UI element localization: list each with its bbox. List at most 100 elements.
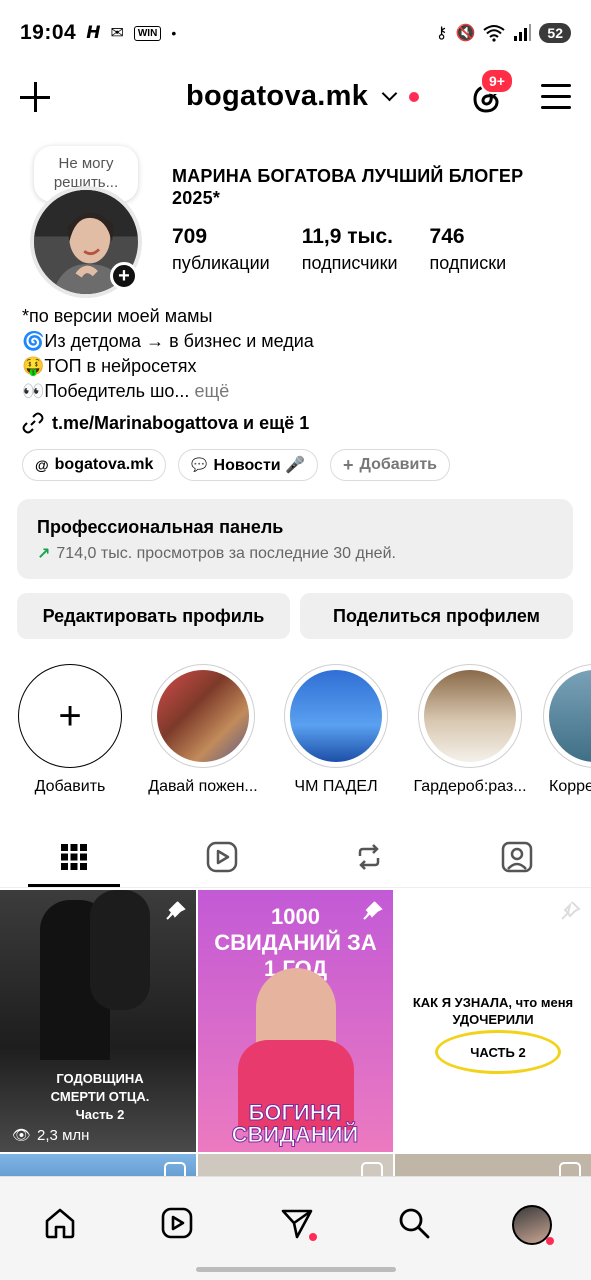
story-highlights: + Добавить Давай пожен... ЧМ ПАДЕЛ Гарде… <box>0 664 591 804</box>
tab-tagged[interactable] <box>443 826 591 887</box>
unread-dot <box>309 1233 317 1241</box>
highlight-item[interactable]: Гардероб:раз... <box>410 664 530 796</box>
highlight-label: Корре <box>549 778 591 795</box>
highlight-item[interactable]: Корре <box>543 664 591 796</box>
profile-tabs <box>0 826 591 888</box>
post-thumbnail[interactable]: ГОДОВЩИНА СМЕРТИ ОТЦА. Часть 2 👁 2,3 млн <box>0 890 196 1152</box>
share-profile-button[interactable]: Поделиться профилем <box>300 593 573 639</box>
create-plus-icon[interactable] <box>18 80 52 114</box>
professional-dashboard[interactable]: Профессиональная панель ↗ 714,0 тыс. про… <box>17 499 573 579</box>
chip-threads[interactable]: @ bogatova.mk <box>22 449 167 481</box>
win-icon: WIN <box>133 25 162 41</box>
bio-line: *по версии моей мамы <box>22 306 213 326</box>
tab-reels[interactable] <box>148 826 296 887</box>
profile-action-buttons: Редактировать профиль Поделиться профиле… <box>17 593 573 639</box>
nav-direct[interactable] <box>279 1205 317 1241</box>
edit-profile-button[interactable]: Редактировать профиль <box>17 593 290 639</box>
post-part-label: ЧАСТЬ 2 <box>435 1030 561 1074</box>
highlight-ring <box>543 664 591 768</box>
home-icon <box>45 1208 75 1239</box>
h-icon: 𝙃 <box>86 23 101 42</box>
stat-following-value: 746 <box>429 225 465 248</box>
pro-panel-title: Профессиональная панель <box>37 517 284 537</box>
stat-followers-label: подписчики <box>301 253 398 273</box>
stat-following[interactable]: 746 подписки <box>430 225 507 274</box>
nav-home[interactable] <box>42 1205 78 1241</box>
reels-icon <box>161 1207 193 1239</box>
bio-line: 👀Победитель шо... ещё <box>22 379 572 404</box>
post-thumbnail[interactable]: КАК Я УЗНАЛА, что меня УДОЧЕРИЛИ ЧАСТЬ 2 <box>395 890 591 1152</box>
highlight-label: Добавить <box>34 778 106 795</box>
highlight-ring <box>418 664 522 768</box>
pro-panel-subtitle-text: 714,0 тыс. просмотров за последние 30 дн… <box>56 545 396 562</box>
status-time: 19:04 <box>20 21 77 44</box>
add-story-plus-icon[interactable]: + <box>110 262 138 290</box>
stat-following-label: подписки <box>429 253 507 273</box>
wifi-icon <box>483 25 506 42</box>
profile-stats: 709 публикации 11,9 тыс. подписчики 746 … <box>172 225 538 274</box>
username-title: bogatova.mk <box>186 80 369 112</box>
post-thumbnail[interactable]: 1000 СВИДАНИЙ ЗА 1 ГОД БОГИНЯ СВИДАНИЙ <box>198 890 393 1152</box>
battery-indicator: 52 <box>539 23 571 43</box>
bio-more-link[interactable]: ещё <box>189 381 229 401</box>
profile-display-name: МАРИНА БОГАТОВА ЛУЧШИЙ БЛОГЕР 2025* <box>172 166 524 208</box>
highlight-ring <box>284 664 388 768</box>
nav-search[interactable] <box>396 1205 432 1241</box>
stat-posts[interactable]: 709 публикации <box>172 225 270 274</box>
highlight-ring: + <box>18 664 122 768</box>
highlight-label: Гардероб:раз... <box>413 778 527 795</box>
chip-label: Новости 🎤 <box>213 457 305 474</box>
eye-icon: 👁 <box>12 1127 32 1144</box>
trend-up-icon: ↗ <box>37 546 51 563</box>
profile-link-text: t.me/Marinabogattova и ещё 1 <box>52 412 310 433</box>
unread-dot <box>409 91 420 102</box>
nav-profile[interactable] <box>510 1203 554 1247</box>
stat-posts-label: публикации <box>172 253 270 273</box>
unread-dot <box>546 1237 554 1245</box>
post-caption: ГОДОВЩИНА СМЕРТИ ОТЦА. Часть 2 <box>50 1071 150 1122</box>
post-bottom-text: БОГИНЯ СВИДАНИЙ <box>231 1100 359 1147</box>
search-icon <box>399 1208 430 1239</box>
tab-grid[interactable] <box>0 826 148 887</box>
menu-hamburger-icon[interactable] <box>541 84 571 110</box>
highlight-label: Давай пожен... <box>148 778 258 795</box>
bio-line: 🤑ТОП в нейросетях <box>22 356 197 376</box>
highlight-image <box>549 670 591 762</box>
chip-news[interactable]: 💬 Новости 🎤 <box>178 449 318 481</box>
home-indicator[interactable] <box>196 1267 396 1272</box>
views-count: 👁 2,3 млн <box>12 1126 89 1145</box>
chip-add[interactable]: + Добавить <box>329 449 450 481</box>
highlight-add[interactable]: + Добавить <box>10 664 130 796</box>
highlight-ring <box>151 664 255 768</box>
bio-line: 🌀Из детдома → в бизнес и медиа <box>22 331 314 351</box>
highlight-item[interactable]: ЧМ ПАДЕЛ <box>276 664 396 796</box>
profile-avatar-wrap[interactable]: + <box>24 186 148 298</box>
post-title: КАК Я УЗНАЛА, что меня УДОЧЕРИЛИ <box>412 995 574 1027</box>
chip-label: bogatova.mk <box>54 456 154 473</box>
highlight-image <box>157 670 249 762</box>
plus-icon: + <box>58 693 82 738</box>
bottom-navigation <box>0 1176 591 1280</box>
chip-label: Добавить <box>359 456 438 473</box>
threads-small-icon: @ <box>35 457 49 473</box>
pin-icon <box>561 901 581 920</box>
account-switcher[interactable]: bogatova.mk <box>186 80 420 113</box>
highlight-label: ЧМ ПАДЕЛ <box>294 778 378 795</box>
chevron-down-icon <box>381 85 398 102</box>
profile-bio: *по версии моей мамы 🌀Из детдома → в биз… <box>22 304 572 404</box>
status-bar: 19:04 𝙃 ✉ WIN • ⚷ 🔇 52 <box>0 0 591 66</box>
post-figure <box>90 890 150 1010</box>
dot-icon: • <box>171 25 177 41</box>
highlight-image <box>290 670 382 762</box>
mail-icon: ✉ <box>110 25 124 42</box>
chat-icon: 💬 <box>191 457 208 472</box>
bio-last-text: 👀Победитель шо... <box>22 381 190 401</box>
repost-icon <box>359 843 380 870</box>
nav-reels[interactable] <box>159 1205 195 1241</box>
reels-icon <box>206 841 237 872</box>
tab-reposts[interactable] <box>296 826 444 887</box>
profile-link[interactable]: t.me/Marinabogattova и ещё 1 <box>22 412 309 434</box>
highlight-item[interactable]: Давай пожен... <box>143 664 263 796</box>
notification-badge: 9+ <box>480 68 514 94</box>
stat-followers[interactable]: 11,9 тыс. подписчики <box>302 225 398 274</box>
